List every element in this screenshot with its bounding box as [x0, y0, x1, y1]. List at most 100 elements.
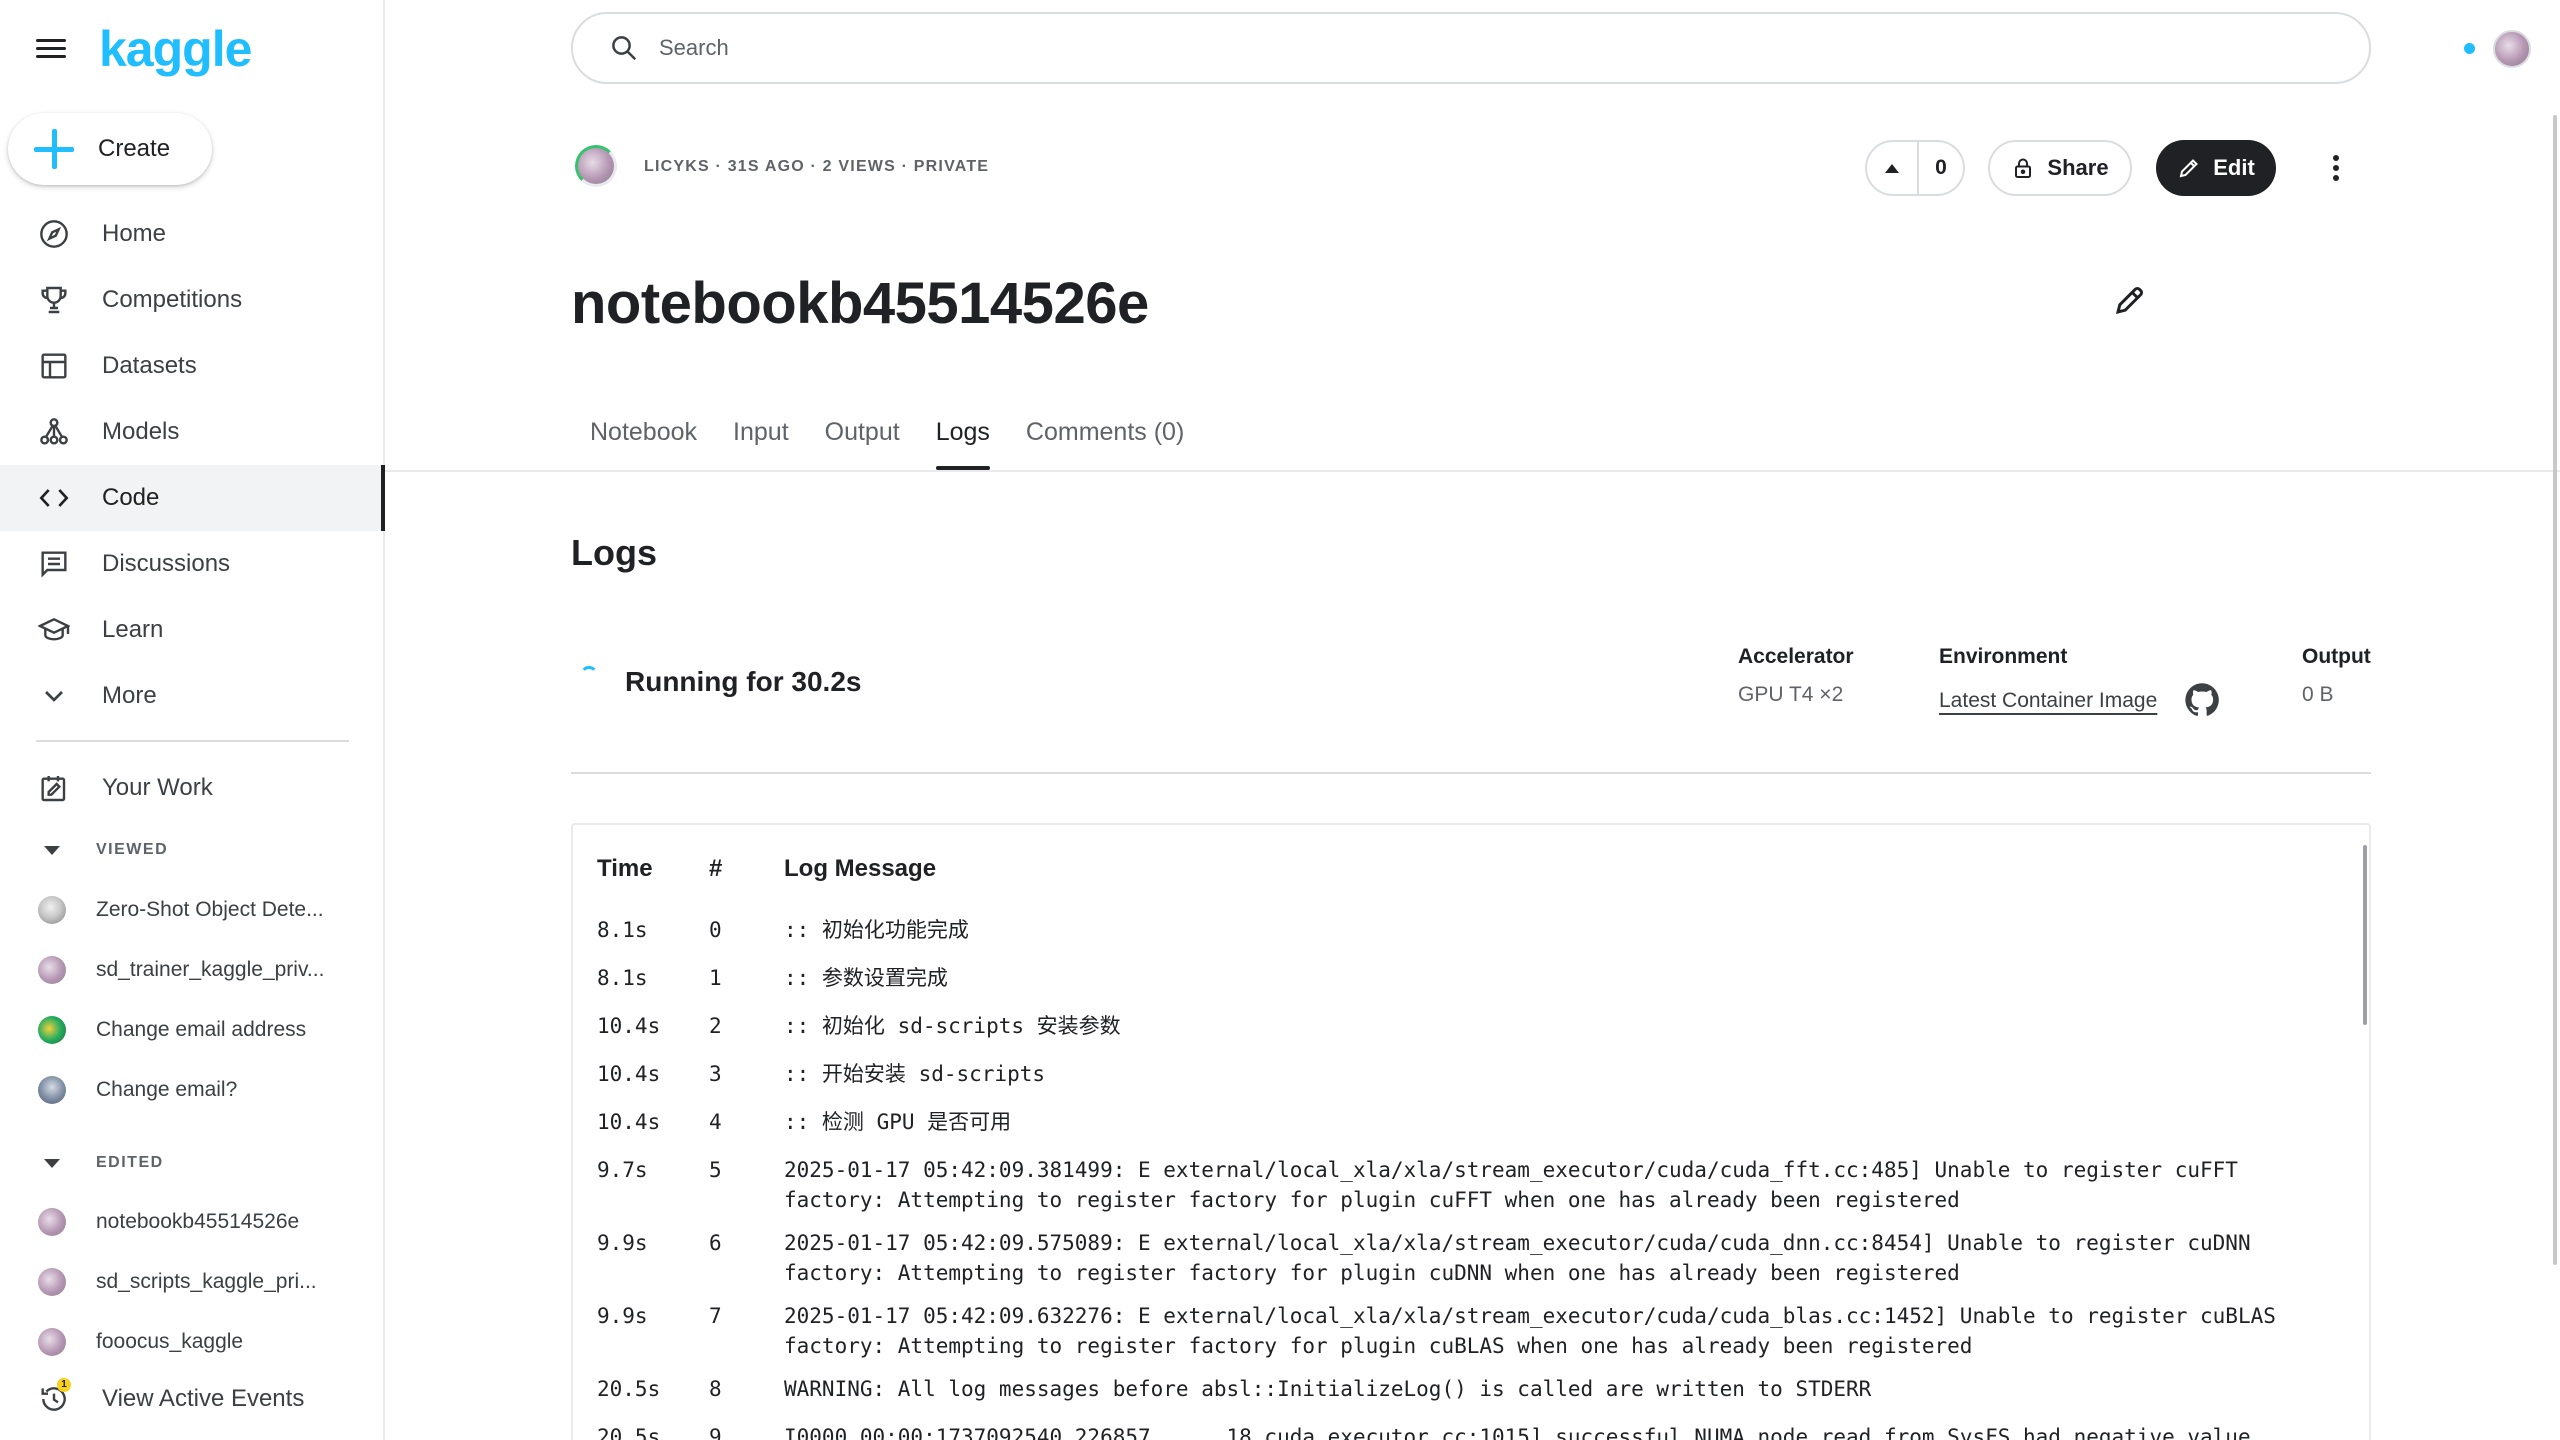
- log-col-message: Log Message: [784, 855, 937, 882]
- log-number: 2: [709, 1014, 722, 1038]
- edited-item[interactable]: notebookb45514526e: [0, 1192, 385, 1252]
- sidebar-item-competitions[interactable]: Competitions: [0, 267, 385, 333]
- author-avatar[interactable]: [575, 145, 617, 187]
- avatar: [38, 956, 66, 984]
- log-col-number: #: [709, 855, 723, 882]
- edited-section-toggle[interactable]: EDITED: [0, 1143, 385, 1183]
- sidebar-nav: Home Competitions Datasets Models Code D…: [0, 201, 385, 729]
- logs-heading: Logs: [571, 532, 657, 573]
- sidebar-item-label: Competitions: [102, 286, 243, 313]
- environment-label: Environment: [1939, 645, 2068, 668]
- log-number: 8: [709, 1377, 722, 1401]
- log-message: :: 初始化功能完成: [784, 918, 969, 942]
- viewed-item-label: Zero-Shot Object Dete...: [96, 898, 324, 921]
- edited-item-label: sd_scripts_kaggle_pri...: [96, 1270, 317, 1293]
- log-message: :: 参数设置完成: [784, 966, 948, 990]
- sidebar-item-label: Datasets: [102, 352, 197, 379]
- pencil-icon[interactable]: [2112, 282, 2148, 318]
- search-icon: [612, 36, 637, 61]
- tab-logs[interactable]: Logs: [935, 410, 991, 470]
- sidebar-item-active-events[interactable]: 1 View Active Events: [0, 1366, 385, 1432]
- sidebar-item-datasets[interactable]: Datasets: [0, 333, 385, 399]
- viewed-item[interactable]: Zero-Shot Object Dete...: [0, 880, 385, 940]
- edited-item[interactable]: fooocus_kaggle: [0, 1312, 385, 1372]
- viewed-section-toggle[interactable]: VIEWED: [0, 830, 385, 870]
- page-title: notebookb45514526e: [571, 271, 1149, 336]
- log-time: 10.4s: [597, 1110, 661, 1134]
- tab-notebook[interactable]: Notebook: [590, 410, 697, 470]
- viewed-item[interactable]: Change email?: [0, 1060, 385, 1120]
- create-label: Create: [98, 135, 171, 162]
- log-message: 2025-01-17 05:42:09.575089: E external/l…: [784, 1231, 2251, 1285]
- section-label: VIEWED: [96, 841, 169, 858]
- avatar: [38, 1016, 66, 1044]
- create-button[interactable]: Create: [8, 113, 212, 185]
- log-time: 20.5s: [597, 1425, 661, 1440]
- kaggle-logo[interactable]: kaggle: [99, 20, 252, 78]
- sidebar-item-label: View Active Events: [102, 1385, 305, 1412]
- vote-widget: 0: [1865, 140, 1965, 196]
- github-icon[interactable]: [2184, 682, 2220, 718]
- log-time: 20.5s: [597, 1377, 661, 1401]
- chevron-down-icon: [37, 679, 71, 713]
- sidebar-item-home[interactable]: Home: [0, 201, 385, 267]
- tab-output[interactable]: Output: [825, 410, 900, 470]
- sidebar-item-code[interactable]: Code: [0, 465, 385, 531]
- author-link[interactable]: LICYKS: [644, 158, 710, 175]
- environment-link[interactable]: Latest Container Image: [1939, 689, 2157, 713]
- search-input[interactable]: Search: [571, 12, 2371, 84]
- log-message: :: 开始安装 sd-scripts: [784, 1062, 1046, 1086]
- graduation-cap-icon: [37, 613, 71, 647]
- log-message: 2025-01-17 05:42:09.381499: E external/l…: [784, 1158, 2238, 1212]
- accelerator-value: GPU T4 ×2: [1738, 683, 1844, 706]
- log-number: 6: [709, 1231, 722, 1255]
- discussion-icon: [37, 547, 71, 581]
- code-icon: [37, 481, 71, 515]
- sidebar-item-label: Your Work: [102, 774, 213, 801]
- edited-item[interactable]: sd_scripts_kaggle_pri...: [0, 1252, 385, 1312]
- caret-up-icon: [1885, 163, 1899, 173]
- caret-down-icon: [44, 845, 60, 855]
- tab-comments[interactable]: Comments (0): [1026, 410, 1184, 470]
- edit-label: Edit: [2213, 155, 2255, 180]
- avatar: [38, 896, 66, 924]
- log-time: 9.7s: [597, 1158, 648, 1182]
- log-number: 7: [709, 1304, 722, 1328]
- kernel-meta: LICYKS · 31S AGO · 2 VIEWS · PRIVATE: [644, 158, 989, 176]
- sidebar-item-label: More: [102, 682, 157, 709]
- edit-button[interactable]: Edit: [2156, 140, 2276, 196]
- viewed-item[interactable]: Change email address: [0, 1000, 385, 1060]
- output-label: Output: [2302, 645, 2371, 668]
- sidebar-item-learn[interactable]: Learn: [0, 597, 385, 663]
- sidebar-item-label: Discussions: [102, 550, 231, 577]
- viewed-item[interactable]: sd_trainer_kaggle_priv...: [0, 940, 385, 1000]
- sidebar-item-models[interactable]: Models: [0, 399, 385, 465]
- compass-icon: [37, 217, 71, 251]
- page-scrollbar[interactable]: [2553, 115, 2557, 1265]
- sidebar-divider: [36, 740, 349, 742]
- vote-count: 0: [1935, 156, 1947, 179]
- edit-square-icon: [37, 771, 71, 805]
- log-scrollbar[interactable]: [2363, 845, 2367, 1025]
- sidebar-item-label: Code: [102, 484, 160, 511]
- viewed-item-label: Change email?: [96, 1078, 238, 1101]
- upvote-button[interactable]: [1867, 142, 1919, 194]
- sidebar-item-your-work[interactable]: Your Work: [0, 755, 385, 821]
- user-avatar[interactable]: [2493, 30, 2531, 68]
- share-button[interactable]: Share: [1988, 140, 2132, 196]
- more-options-icon[interactable]: [2320, 148, 2352, 188]
- tab-input[interactable]: Input: [733, 410, 789, 470]
- tabs-divider: [385, 470, 2560, 472]
- menu-icon[interactable]: [36, 34, 70, 62]
- plus-icon: [34, 129, 74, 169]
- viewed-item-label: sd_trainer_kaggle_priv...: [96, 958, 325, 981]
- section-label: EDITED: [96, 1154, 164, 1171]
- trophy-icon: [37, 283, 71, 317]
- edited-item-label: notebookb45514526e: [96, 1210, 300, 1233]
- notification-dot: [2464, 43, 2475, 54]
- sidebar-item-more[interactable]: More: [0, 663, 385, 729]
- log-message: WARNING: All log messages before absl::I…: [784, 1377, 1872, 1401]
- models-icon: [37, 415, 71, 449]
- sidebar-item-discussions[interactable]: Discussions: [0, 531, 385, 597]
- avatar: [38, 1268, 66, 1296]
